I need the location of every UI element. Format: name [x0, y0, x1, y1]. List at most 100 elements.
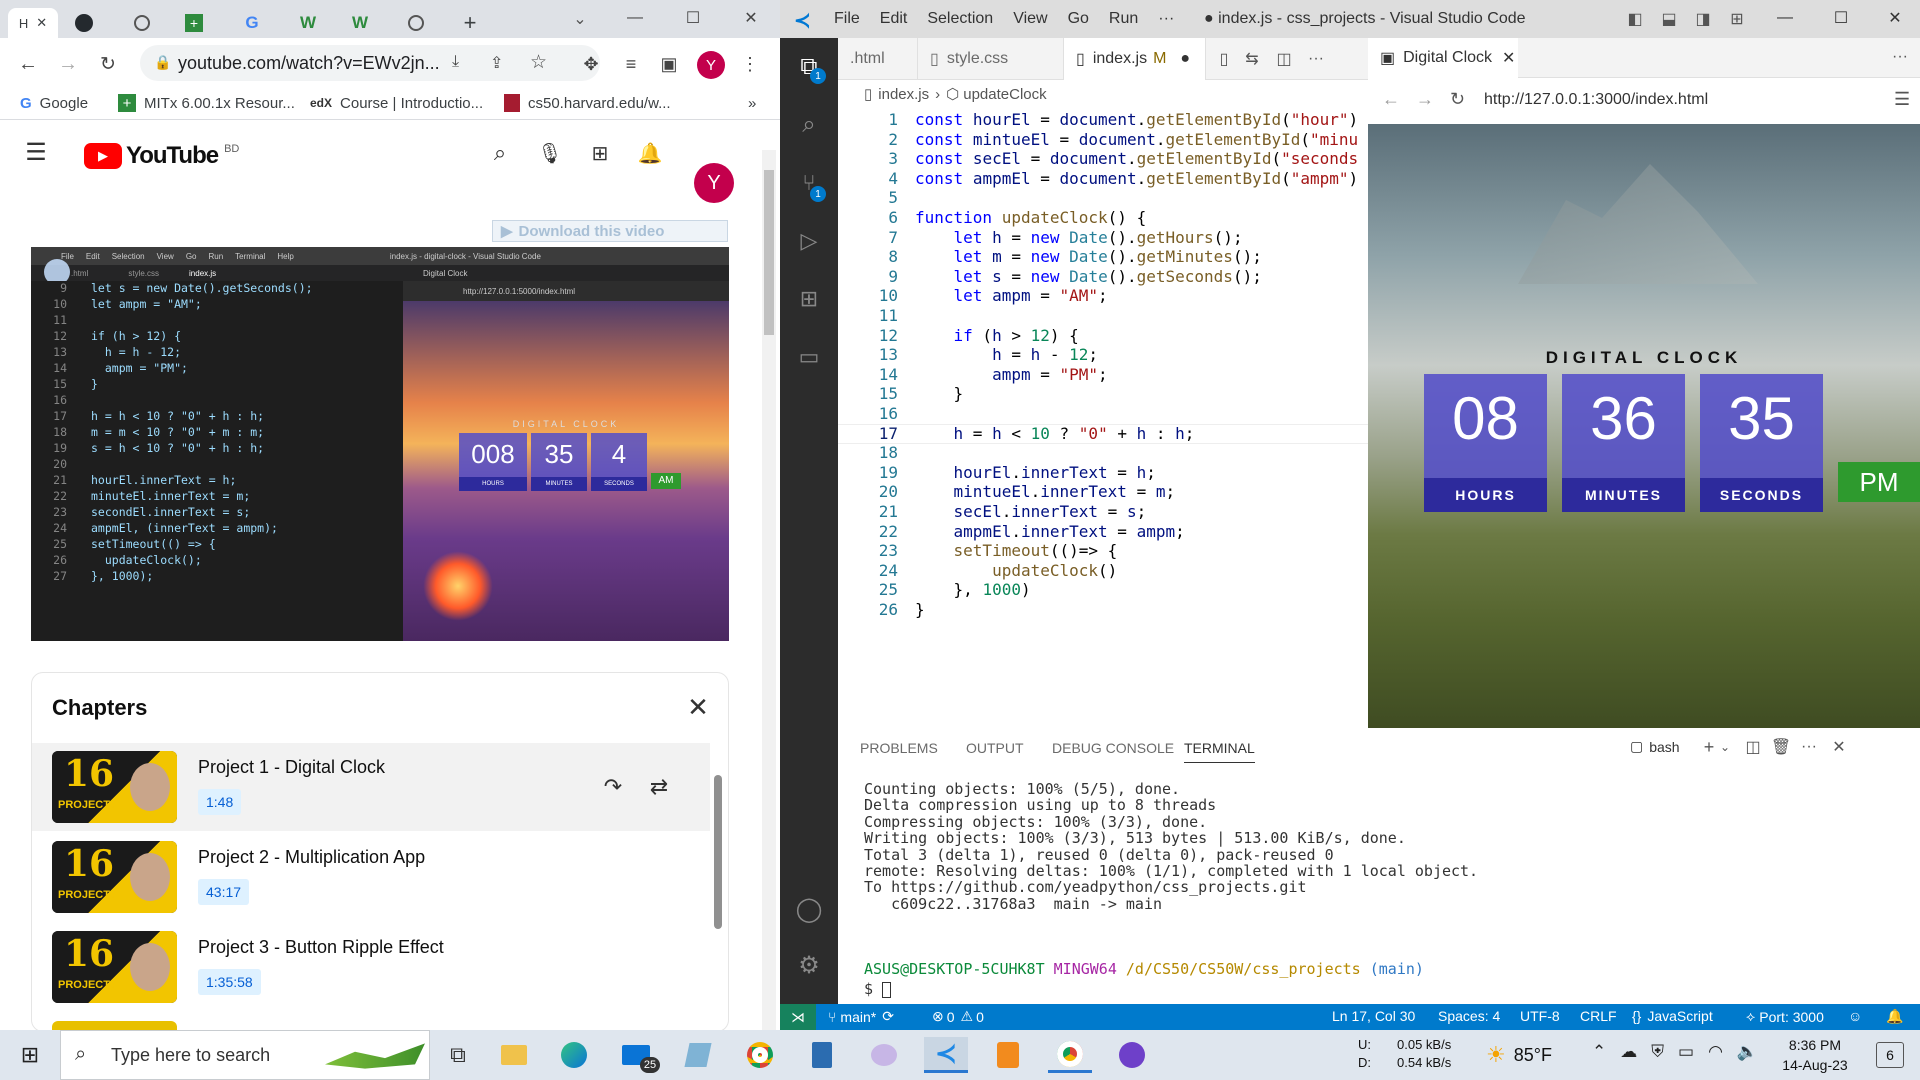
- tab-index-js[interactable]: ▯ index.js M ●: [1064, 38, 1206, 80]
- menu-go[interactable]: Go: [1068, 10, 1089, 28]
- code-line[interactable]: let m = new Date().getMinutes();: [915, 247, 1262, 266]
- more-actions-icon[interactable]: ···: [1798, 736, 1820, 758]
- menu-edit[interactable]: Edit: [880, 10, 908, 28]
- page-scrollbar-thumb[interactable]: [764, 170, 774, 335]
- compare-icon[interactable]: ⇆: [1240, 48, 1264, 70]
- code-line[interactable]: if (h > 12) {: [915, 326, 1079, 345]
- app-icon[interactable]: [676, 1037, 720, 1073]
- extensions-icon[interactable]: ✥: [578, 52, 604, 76]
- close-icon[interactable]: ✕: [736, 6, 766, 30]
- chevron-down-icon[interactable]: ⌄: [1718, 736, 1732, 758]
- menu-more[interactable]: ···: [1158, 10, 1174, 28]
- notifications-button[interactable]: 6: [1876, 1042, 1904, 1068]
- star-icon[interactable]: ☆: [530, 51, 547, 74]
- code-line[interactable]: hourEl.innerText = h;: [915, 463, 1156, 482]
- code-line[interactable]: const hourEl = document.getElementById("…: [915, 110, 1358, 129]
- split-terminal-icon[interactable]: ◫: [1742, 736, 1764, 758]
- battery-icon[interactable]: ▭: [1678, 1042, 1694, 1062]
- back-icon[interactable]: ←: [14, 52, 42, 76]
- task-view-icon[interactable]: ⧉: [436, 1037, 480, 1073]
- clock[interactable]: 8:36 PM 14-Aug-23: [1760, 1035, 1870, 1075]
- cloud-icon[interactable]: ☁: [1620, 1042, 1637, 1062]
- chevron-up-icon[interactable]: ⌃: [1592, 1042, 1606, 1062]
- code-line[interactable]: h = h - 12;: [915, 345, 1098, 364]
- address-bar[interactable]: 🔒 youtube.com/watch?v=EWv2jn... ⤓ ⇪ ☆: [140, 45, 600, 81]
- run-debug-icon[interactable]: ▷: [794, 226, 824, 256]
- share-icon[interactable]: ⇪: [490, 53, 503, 73]
- new-terminal-icon[interactable]: +: [1698, 736, 1720, 758]
- search-icon[interactable]: ⌕: [484, 138, 516, 168]
- sidepanel-icon[interactable]: ▣: [656, 52, 682, 76]
- line-ending[interactable]: CRLF: [1580, 1008, 1617, 1024]
- tab-google[interactable]: G: [232, 8, 272, 38]
- file-explorer-icon[interactable]: [492, 1037, 536, 1073]
- menu-selection[interactable]: Selection: [927, 10, 993, 28]
- bookmark-cs50[interactable]: cs50.harvard.edu/w...: [504, 90, 671, 116]
- reload-icon[interactable]: ↻: [94, 52, 122, 76]
- close-icon[interactable]: ✕: [36, 15, 47, 31]
- code-line[interactable]: const ampmEl = document.getElementById("…: [915, 169, 1358, 188]
- close-icon[interactable]: ✕: [1880, 6, 1910, 30]
- language-mode[interactable]: {} JavaScript: [1632, 1008, 1713, 1024]
- loop-icon[interactable]: ⇄: [644, 773, 674, 801]
- taskbar-search[interactable]: ⌕ Type here to search: [60, 1030, 430, 1080]
- security-icon[interactable]: ⛨: [1651, 1042, 1664, 1062]
- tab-digital-clock[interactable]: ▣ Digital Clock ✕: [1368, 38, 1518, 78]
- bell-icon[interactable]: 🔔: [634, 138, 666, 168]
- more-actions-icon[interactable]: ···: [1304, 48, 1328, 70]
- code-line[interactable]: mintueEl.innerText = m;: [915, 482, 1176, 501]
- remote-icon[interactable]: ⋊: [780, 1004, 816, 1030]
- gear-icon[interactable]: ⚙: [794, 950, 824, 980]
- extensions-icon[interactable]: ⊞: [794, 284, 824, 314]
- preview-url[interactable]: http://127.0.0.1:3000/index.html: [1484, 91, 1708, 109]
- wifi-icon[interactable]: ◠: [1708, 1042, 1723, 1062]
- back-icon[interactable]: ←: [1382, 89, 1400, 110]
- unsaved-dot-icon[interactable]: ●: [1180, 50, 1190, 68]
- terminal-shell-selector[interactable]: ▢ bash: [1630, 738, 1680, 755]
- chapter-timestamp[interactable]: 1:48: [198, 789, 242, 815]
- minimize-icon[interactable]: —: [1770, 6, 1800, 30]
- remote-explorer-icon[interactable]: ▭: [794, 342, 824, 372]
- chapter-item[interactable]: 16 PROJECTS Project 2 - Multiplication A…: [32, 833, 710, 921]
- close-icon[interactable]: ✕: [1828, 736, 1850, 758]
- sublime-icon[interactable]: [986, 1037, 1030, 1073]
- tab-edge2[interactable]: [396, 8, 436, 38]
- code-line[interactable]: }: [915, 384, 964, 403]
- forward-icon[interactable]: →: [1416, 89, 1434, 110]
- search-icon[interactable]: ⌕: [794, 110, 824, 140]
- live-server-port[interactable]: ⟡ Port: 3000: [1746, 1008, 1824, 1025]
- chapter-item[interactable]: [32, 1013, 710, 1030]
- chrome-icon[interactable]: [738, 1037, 782, 1073]
- split-editor-icon[interactable]: ◫: [1272, 48, 1296, 70]
- menu-icon[interactable]: ⋮: [740, 52, 760, 76]
- close-icon[interactable]: ✕: [682, 691, 714, 723]
- customize-layout-icon[interactable]: ⊞: [1724, 8, 1750, 30]
- page-scrollbar-track[interactable]: [762, 150, 776, 1030]
- chapters-scrollbar[interactable]: [714, 775, 722, 929]
- menu-file[interactable]: File: [834, 10, 860, 28]
- trash-icon[interactable]: 🗑: [1770, 736, 1792, 758]
- chapter-timestamp[interactable]: 43:17: [198, 879, 250, 905]
- file-icon[interactable]: ▯: [1214, 48, 1234, 70]
- code-line[interactable]: ampm = "PM";: [915, 365, 1108, 384]
- volume-icon[interactable]: 🔈: [1737, 1042, 1758, 1062]
- more-actions-icon[interactable]: ···: [1888, 46, 1912, 68]
- tab-edge[interactable]: [122, 8, 162, 38]
- code-editor[interactable]: 1 const hourEl = document.getElementById(…: [838, 108, 1368, 728]
- code-line[interactable]: const mintueEl = document.getElementById…: [915, 130, 1358, 149]
- code-line[interactable]: const secEl = document.getElementById("s…: [915, 149, 1358, 168]
- new-tab-button[interactable]: +: [452, 8, 488, 38]
- toggle-sidebar-icon[interactable]: ◧: [1622, 8, 1648, 30]
- breadcrumb-file[interactable]: index.js: [878, 86, 929, 103]
- tab-problems[interactable]: PROBLEMS: [860, 740, 938, 756]
- tab-mitx[interactable]: +: [174, 8, 214, 38]
- forward-icon[interactable]: →: [54, 52, 82, 76]
- tab-output[interactable]: OUTPUT: [966, 740, 1024, 756]
- toggle-secondary-icon[interactable]: ◨: [1690, 8, 1716, 30]
- tab-debug-console[interactable]: DEBUG CONSOLE: [1052, 740, 1174, 756]
- close-icon[interactable]: ✕: [1502, 48, 1515, 68]
- terminal-output[interactable]: Counting objects: 100% (5/5), done. Delta…: [838, 780, 1920, 980]
- code-line[interactable]: let ampm = "AM";: [915, 286, 1108, 305]
- tab-active[interactable]: H ✕: [8, 8, 58, 38]
- menu-view[interactable]: View: [1013, 10, 1047, 28]
